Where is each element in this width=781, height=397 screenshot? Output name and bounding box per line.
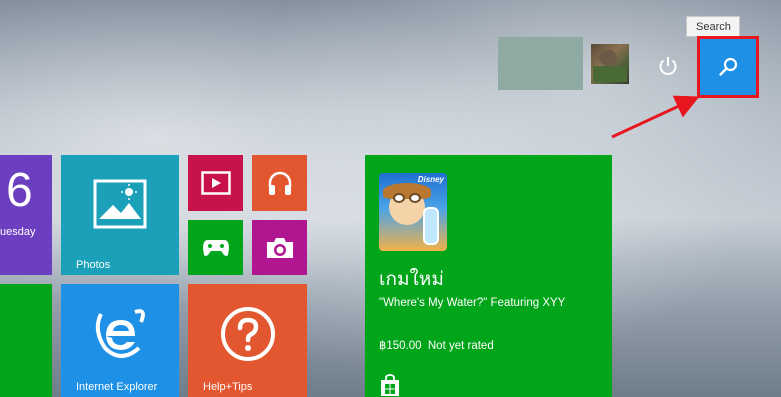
annotation-arrow [611,95,700,139]
music-tile[interactable] [252,155,307,211]
internet-explorer-icon [95,309,145,358]
help-tips-tile-label: Help+Tips [203,381,253,393]
user-avatar[interactable] [591,44,629,84]
help-tips-tile[interactable]: Help+Tips [188,284,307,397]
user-name-placeholder[interactable] [498,37,583,90]
xbox-controller-icon [202,239,229,256]
search-icon [719,57,738,76]
internet-explorer-tile-label: Internet Explorer [76,381,158,393]
games-tile[interactable] [188,220,243,275]
video-icon [200,171,231,195]
store-heading: เกมใหม่ [379,269,444,290]
internet-explorer-tile[interactable]: Internet Explorer [61,284,179,397]
camera-icon [266,237,293,258]
store-tile[interactable]: Disney เกมใหม่ "Where's My Water?" Featu… [365,155,612,397]
store-price-rating: ฿150.00 Not yet rated [379,340,494,352]
search-tooltip: Search [686,16,740,37]
app-thumbnail-badge: Disney [417,175,444,184]
power-icon [659,57,677,75]
help-icon [221,307,275,361]
app-thumbnail: Disney [379,173,447,251]
calendar-tile[interactable]: 6 uesday [0,155,52,275]
green-partial-tile[interactable] [0,284,52,397]
search-tooltip-text: Search [696,21,731,33]
photos-tile-label: Photos [76,259,111,271]
calendar-day-number: 6 [6,164,33,217]
photos-icon [93,179,147,229]
store-app-title: "Where's My Water?" Featuring XYY [379,297,566,309]
camera-tile[interactable] [252,220,307,275]
power-button[interactable] [650,48,686,84]
headphones-icon [268,171,291,195]
store-bag-icon [381,374,399,396]
video-tile[interactable] [188,155,243,211]
calendar-day-name: uesday [0,226,36,238]
photos-tile[interactable]: Photos [61,155,179,275]
